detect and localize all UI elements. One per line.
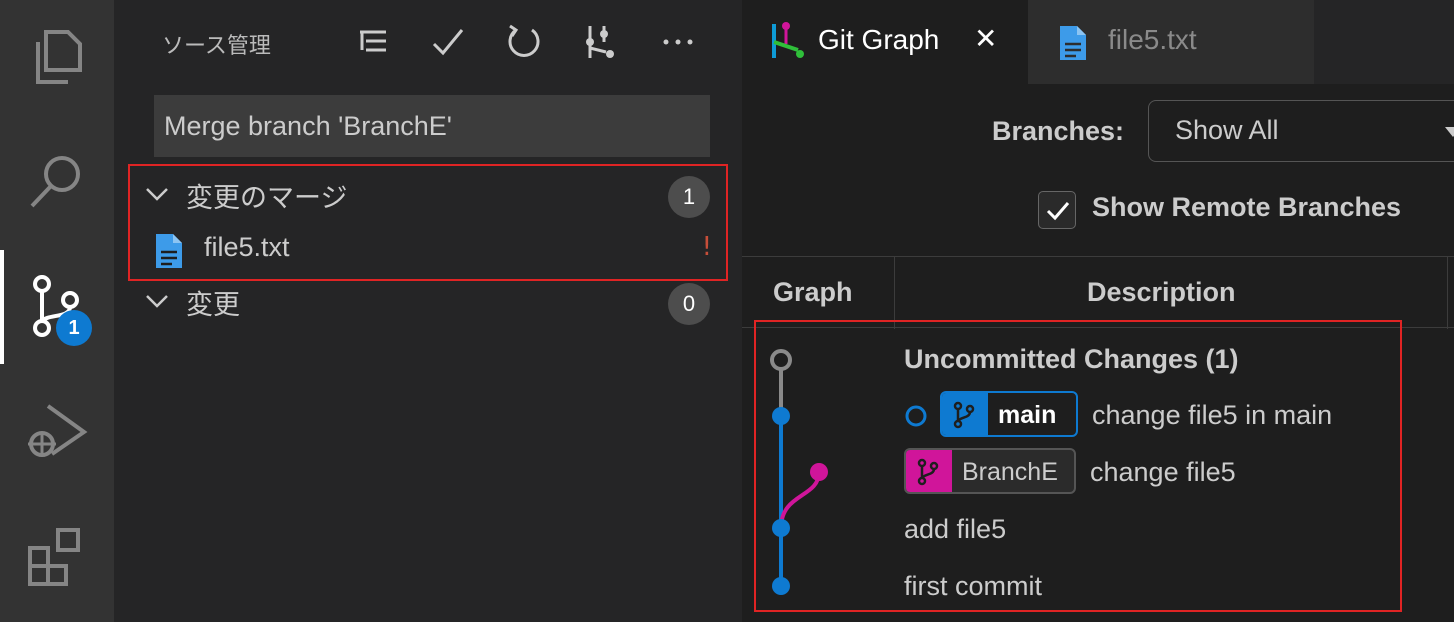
- dropdown-arrow-icon: [1445, 127, 1454, 137]
- tab-git-graph[interactable]: Git Graph ✕: [742, 0, 1028, 84]
- git-graph-view-icon[interactable]: [580, 22, 620, 62]
- more-actions-icon[interactable]: [658, 22, 698, 62]
- changes-label: 変更: [186, 290, 240, 321]
- close-icon[interactable]: ✕: [974, 22, 997, 55]
- changes-count: 0: [668, 283, 710, 325]
- changes-group[interactable]: 変更 0: [144, 277, 724, 327]
- panel-title: ソース管理: [162, 34, 271, 59]
- source-control-icon[interactable]: [0, 250, 114, 364]
- branches-value: Show All: [1175, 115, 1279, 145]
- show-remote-label: Show Remote Branches: [1092, 192, 1402, 222]
- tab-file5[interactable]: file5.txt: [1028, 0, 1314, 84]
- tab-file5-label: file5.txt: [1108, 24, 1197, 55]
- branches-label: Branches:: [992, 116, 1125, 146]
- scm-badge: 1: [56, 310, 92, 346]
- highlight-box: [754, 320, 1402, 612]
- explorer-icon[interactable]: [0, 0, 114, 114]
- search-icon[interactable]: [0, 126, 114, 240]
- tab-git-graph-label: Git Graph: [818, 24, 940, 55]
- branches-dropdown[interactable]: Show All: [1148, 100, 1454, 162]
- check-icon: [1046, 202, 1070, 221]
- refresh-icon[interactable]: [504, 22, 544, 62]
- extensions-icon[interactable]: [0, 502, 114, 616]
- editor-tab-bar: Git Graph ✕ file5.txt: [742, 0, 1454, 84]
- chevron-down-icon: [146, 295, 168, 308]
- tree-view-icon[interactable]: [352, 22, 392, 62]
- file-icon: [1060, 26, 1086, 60]
- activity-bar: 1: [0, 0, 114, 622]
- column-separator: [1447, 257, 1448, 329]
- commit-check-icon[interactable]: [428, 22, 468, 62]
- source-control-panel: ソース管理 Merge branch 'BranchE' 変更のマージ 1 fi…: [114, 0, 742, 622]
- git-graph-view: Branches: Show All Show Remote Branches …: [742, 84, 1454, 622]
- graph-column-header: Graph: [773, 277, 853, 307]
- git-graph-icon: [772, 22, 804, 58]
- show-remote-checkbox[interactable]: [1038, 191, 1076, 229]
- highlight-box: [128, 164, 728, 281]
- description-column-header: Description: [1087, 277, 1236, 307]
- run-debug-icon[interactable]: [0, 376, 114, 490]
- column-separator: [894, 257, 895, 329]
- commit-message-input[interactable]: Merge branch 'BranchE': [154, 95, 710, 157]
- commit-table-header: Graph Description: [742, 256, 1454, 329]
